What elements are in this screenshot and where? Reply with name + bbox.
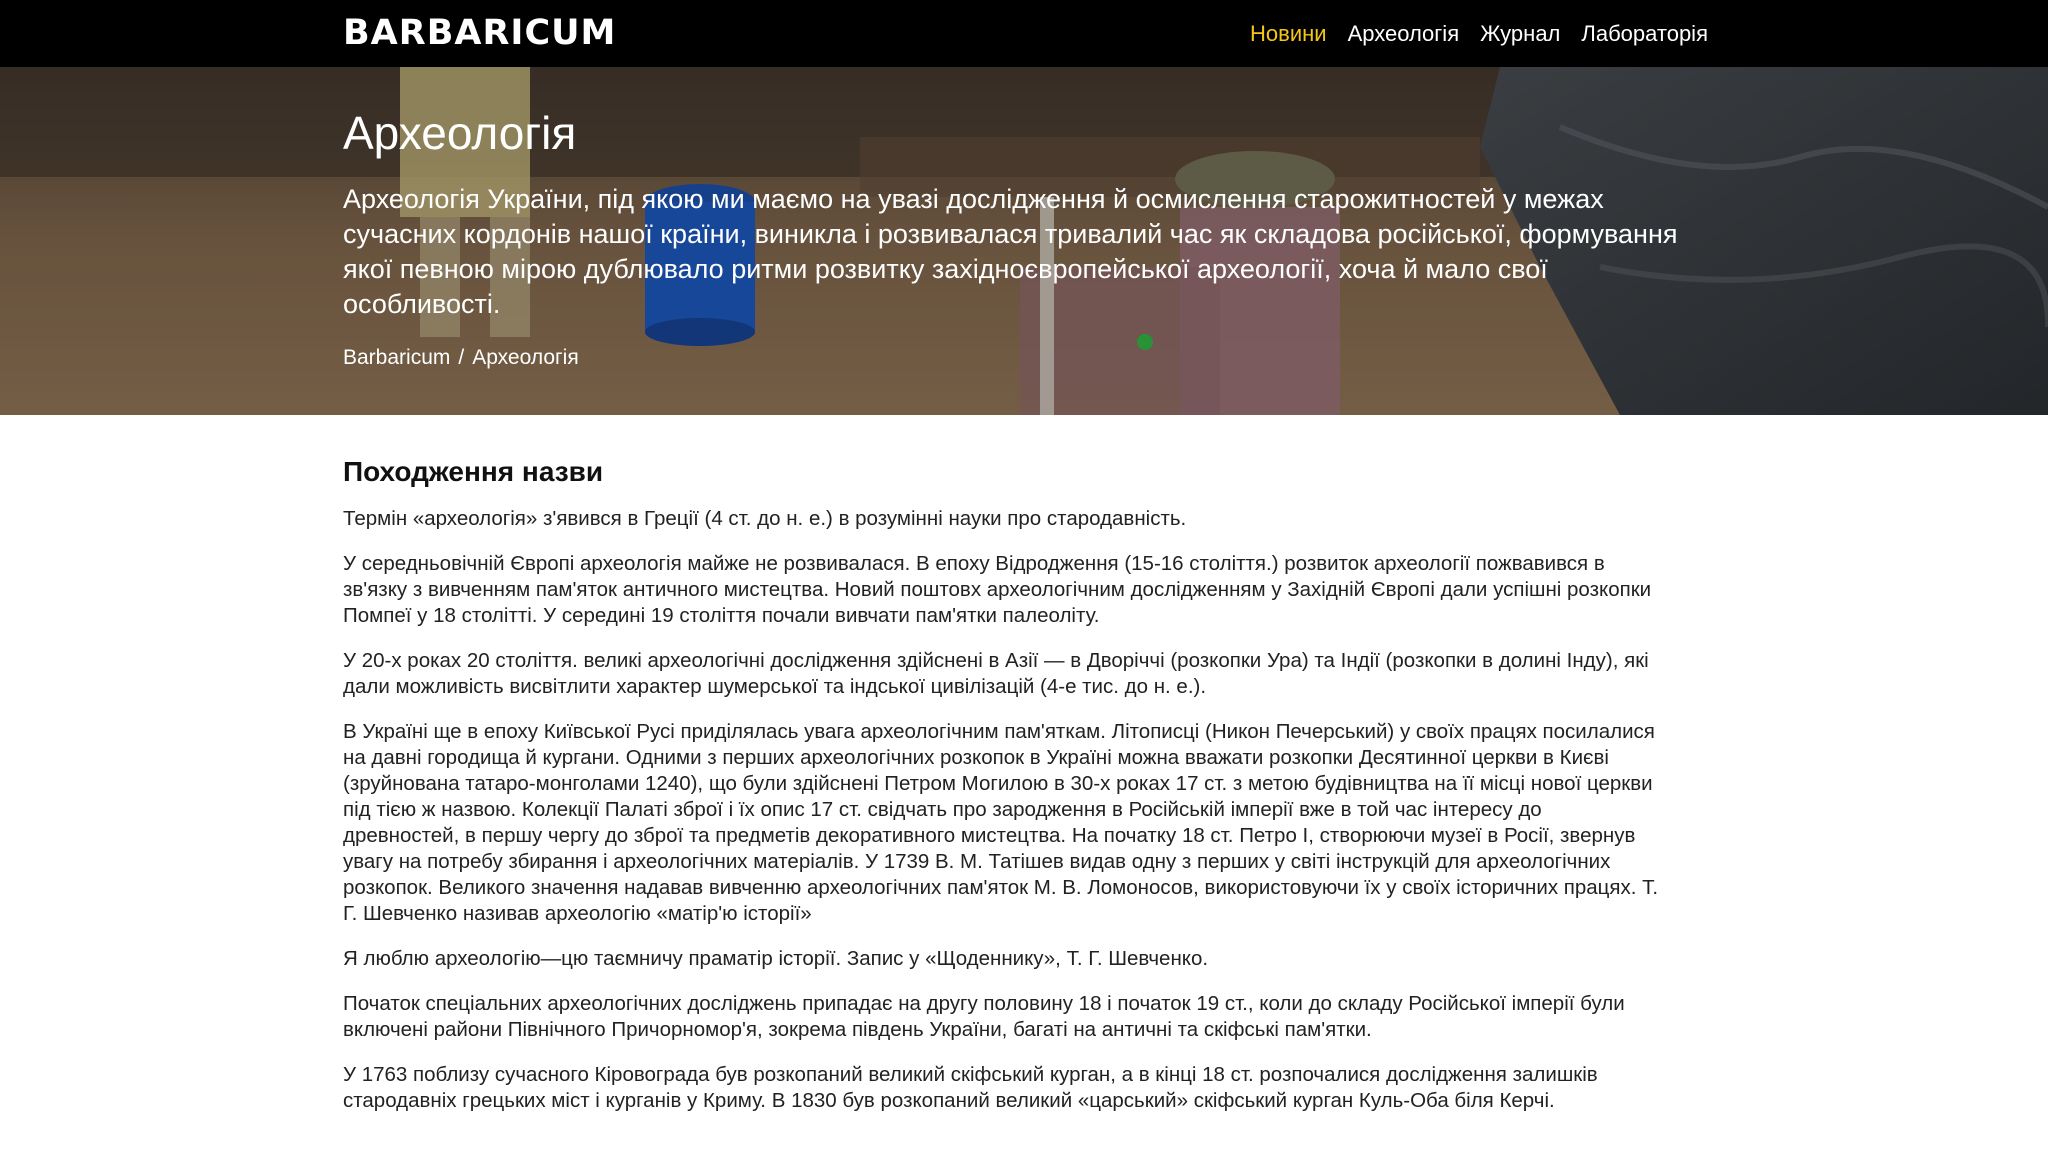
section-heading: Походження назви — [343, 456, 604, 487]
article-paragraph: Я люблю археологію—цю таємничу праматір … — [343, 947, 1209, 970]
article-content: Походження назви Термін «археологія» з'я… — [343, 415, 1663, 1133]
article-paragraph: В Україні ще в епоху Київської Русі прид… — [343, 720, 1659, 925]
nav-item-news[interactable]: Новини — [1250, 21, 1327, 47]
nav-item-journal[interactable]: Журнал — [1480, 21, 1560, 47]
breadcrumb-current: Археологія — [472, 346, 579, 369]
nav-item-laboratory[interactable]: Лабораторія — [1581, 21, 1708, 47]
article-paragraph: Термін «археологія» з'явився в Греції (4… — [343, 507, 1187, 530]
top-navbar: BARBARICUM Новини Археологія Журнал Лабо… — [0, 0, 2048, 67]
hero-banner: Археологія Археологія України, під якою … — [0, 67, 2048, 415]
breadcrumb-home-link[interactable]: Barbaricum — [343, 346, 450, 369]
article-paragraph: У 1763 поблизу сучасного Кіровограда був… — [343, 1063, 1598, 1112]
article-paragraph: У 20-х роках 20 століття. великі археоло… — [343, 649, 1649, 698]
breadcrumb: Barbaricum / Археологія — [343, 345, 579, 371]
page-title: Археологія — [343, 107, 577, 159]
site-logo[interactable]: BARBARICUM — [343, 12, 616, 54]
hero-lead-text: Археологія України, під якою ми маємо на… — [343, 184, 1678, 319]
article-paragraph: У середньовічній Європі археологія майже… — [343, 552, 1652, 627]
main-nav: Новини Археологія Журнал Лабораторія — [1250, 0, 1708, 67]
breadcrumb-separator: / — [458, 346, 465, 369]
article-paragraph: Початок спеціальних археологічних дослід… — [343, 992, 1625, 1041]
nav-item-archaeology[interactable]: Археологія — [1348, 21, 1460, 47]
